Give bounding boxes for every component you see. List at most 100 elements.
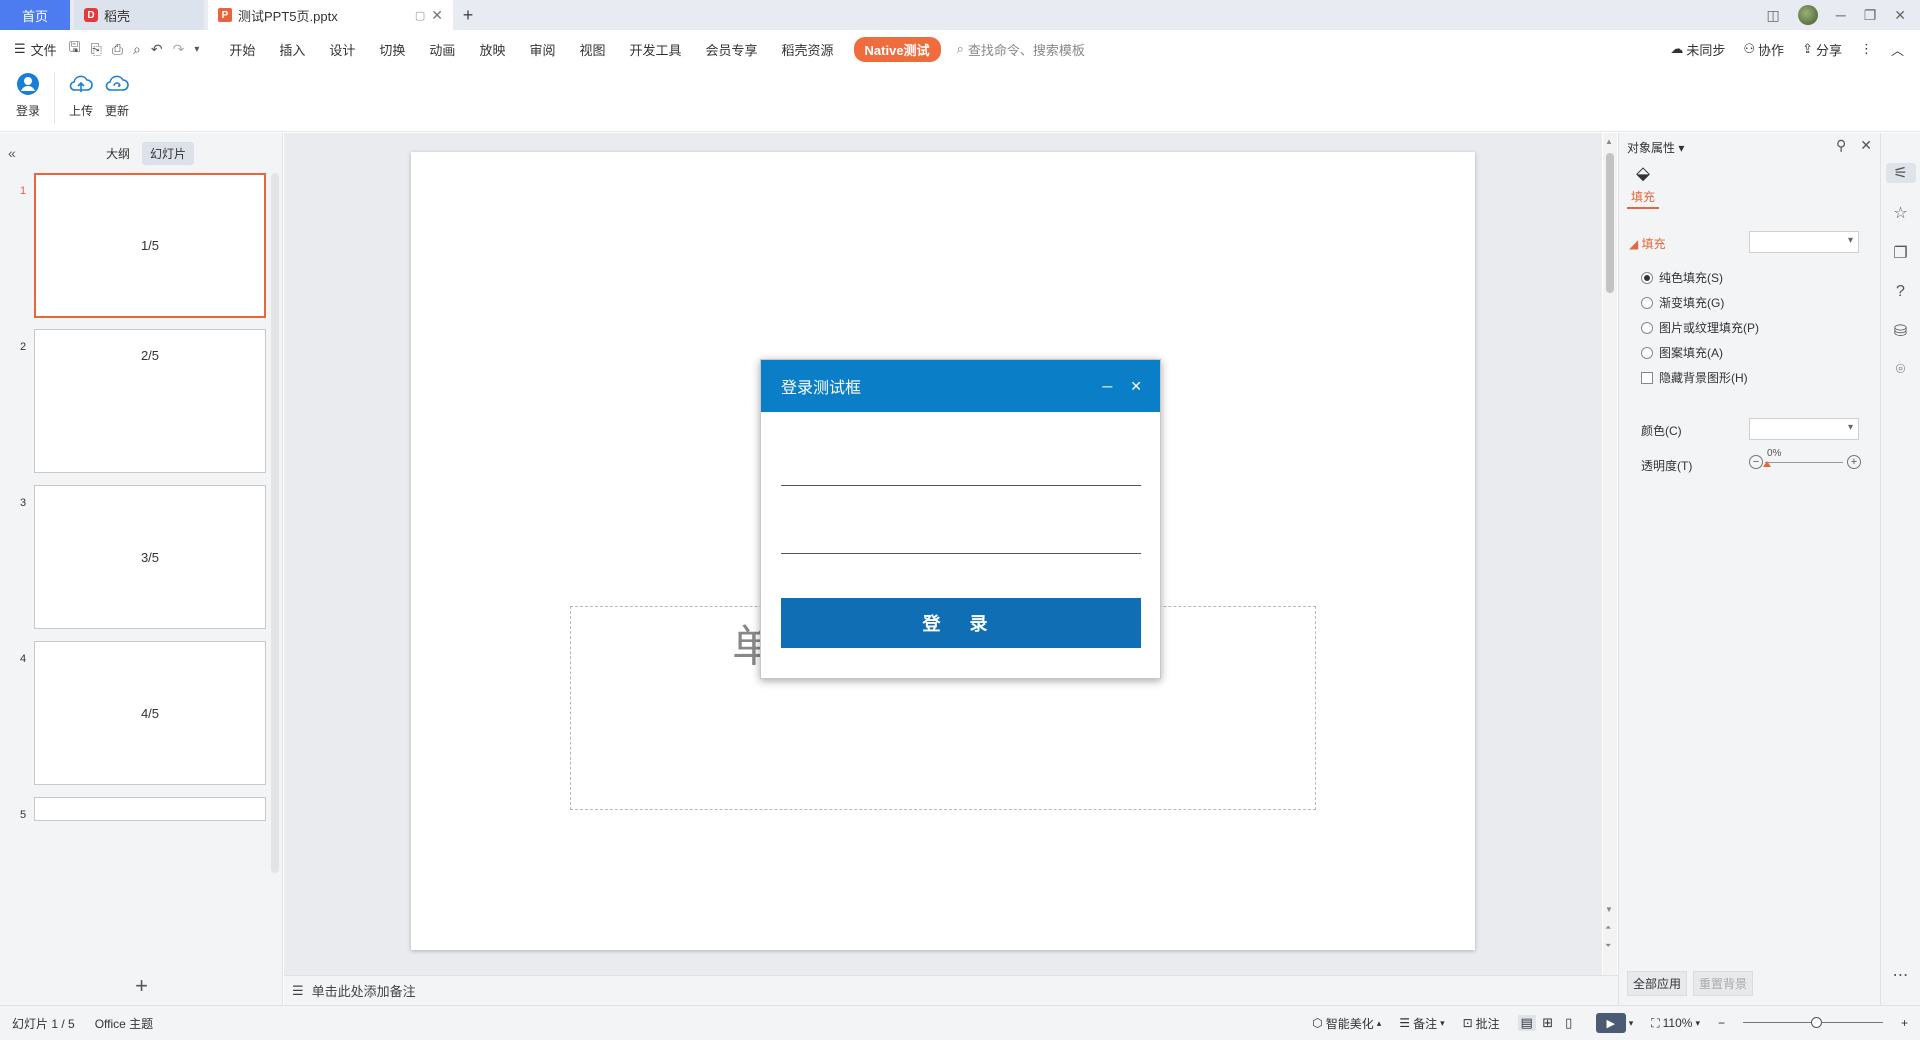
reading-view-icon[interactable]: ▯ [1560,1015,1578,1031]
more-icon[interactable]: ⋮ [1860,41,1873,57]
menu-tab-7[interactable]: 视图 [567,30,617,68]
avatar[interactable] [1797,5,1818,25]
menu-tab-4[interactable]: 动画 [417,30,467,68]
properties-icon[interactable]: ⚟ [1885,163,1916,183]
collab-button[interactable]: ⚇ 协作 [1743,40,1784,59]
notes-bar[interactable]: ☰ 单击此处添加备注 [284,975,1618,1005]
password-field[interactable] [781,522,1141,554]
slide-thumbnail[interactable] [34,797,266,821]
collapse-panel-icon[interactable]: « [8,145,28,161]
slide-thumbnail[interactable]: 4/5 [34,641,266,785]
pin-panel-icon[interactable]: ⚲ [1836,137,1846,154]
login-button[interactable]: 登 录 [781,598,1141,648]
close-panel-icon[interactable]: ✕ [1860,137,1872,154]
canvas-scroll-thumb[interactable] [1606,153,1614,293]
help-icon[interactable]: ? [1896,283,1905,301]
sorter-view-icon[interactable]: ⊞ [1539,1015,1557,1031]
sync-button[interactable]: ☁ 未同步 [1670,40,1725,59]
pin-icon[interactable]: ▢ [415,9,425,22]
apply-all-button[interactable]: 全部应用 [1627,971,1688,996]
color-select[interactable] [1749,418,1859,440]
scroll-down-icon[interactable]: ▼ [1605,905,1613,914]
add-slide-button[interactable]: + [0,973,283,999]
menu-tab-6[interactable]: 审阅 [517,30,567,68]
reset-background-button[interactable]: 重置背景 [1693,971,1754,996]
zoom-in-icon[interactable]: + [1901,1016,1908,1030]
restore-icon[interactable]: ❐ [1864,7,1877,24]
picture-fill-radio[interactable] [1641,321,1653,334]
fit-window-icon[interactable]: ⛶ [1651,1016,1659,1031]
menu-tab-9[interactable]: 会员专享 [694,30,770,68]
fill-preset-select[interactable] [1749,231,1859,253]
minimize-dialog-icon[interactable]: ─ [1102,378,1112,395]
increase-transparency-icon[interactable]: + [1847,455,1861,469]
decrease-transparency-icon[interactable]: − [1749,455,1763,469]
solid-fill-radio[interactable] [1641,271,1653,284]
menu-tab-3[interactable]: 切换 [367,30,417,68]
tab-home[interactable]: 首页 [0,0,70,30]
save-icon[interactable]: 🖫 [69,37,81,61]
gradient-fill-radio[interactable] [1641,296,1653,309]
collapse-ribbon-icon[interactable]: ︿ [1891,40,1904,59]
slide-thumbnail[interactable]: 3/5 [34,485,266,629]
tab-native-test[interactable]: Native测试 [853,36,941,62]
login-dialog-header[interactable]: 登录测试框 ─ ✕ [761,360,1160,412]
menu-tab-2[interactable]: 设计 [317,30,367,68]
play-slideshow-button[interactable]: ▶ [1595,1013,1626,1033]
login-ribbon-button[interactable]: 登录 [10,72,46,131]
normal-view-icon[interactable]: ▤ [1517,1015,1536,1031]
menu-tab-10[interactable]: 稻壳资源 [770,30,846,68]
comments-button[interactable]: ⊡ 批注 [1463,1015,1500,1032]
menu-tab-8[interactable]: 开发工具 [617,30,693,68]
option-gradient-fill[interactable]: 渐变填充(G) [1641,294,1724,311]
scroll-up-icon[interactable]: ▲ [1605,137,1613,146]
tab-outline[interactable]: 大纲 [98,142,138,165]
next-slide-icon[interactable]: ⏷ [1605,941,1611,951]
command-search[interactable]: ⌕ 查找命令、搜索模板 [957,40,1085,59]
tab-document[interactable]: P 测试PPT5页.pptx ▢ ✕ [208,0,453,30]
redo-icon[interactable]: ↷ [173,41,185,58]
username-field[interactable] [781,454,1141,486]
option-picture-fill[interactable]: 图片或纹理填充(P) [1641,319,1759,336]
menu-tab-0[interactable]: 开始 [217,30,267,68]
fill-section-header[interactable]: ◢ 填充 [1629,235,1666,252]
upload-ribbon-button[interactable]: 上传 [63,72,99,131]
export-pdf-icon[interactable]: ⎘ [91,41,102,58]
slide-switch-icon[interactable]: ❐ [1893,243,1907,263]
undo-icon[interactable]: ↶ [151,41,163,58]
customize-chevron-icon[interactable]: ▾ [194,44,199,55]
transparency-knob[interactable] [1763,461,1771,467]
slide-panel-scrollbar[interactable] [271,173,279,873]
slide-thumbnail[interactable]: 2/5 [34,329,266,473]
tab-slides[interactable]: 幻灯片 [142,141,195,165]
print-preview-icon[interactable]: ⌕ [133,41,141,58]
location-icon[interactable]: ⌾ [1896,361,1906,379]
property-panel-title[interactable]: 对象属性 ▾ [1627,139,1684,156]
zoom-control[interactable]: ⛶ 110% ▾ [1651,1016,1700,1031]
option-hide-background[interactable]: 隐藏背景图形(H) [1641,369,1748,386]
zoom-slider[interactable] [1742,1015,1883,1031]
animation-icon[interactable]: ☆ [1893,203,1907,223]
tab-fill[interactable]: ⬙ 填充 [1627,163,1659,209]
transparency-slider[interactable]: − 0% + [1749,448,1861,471]
zoom-knob[interactable] [1810,1017,1822,1028]
minimize-icon[interactable]: ─ [1836,7,1846,23]
menu-tab-5[interactable]: 放映 [467,30,517,68]
file-menu-button[interactable]: ☰ 文件 [14,40,57,59]
print-icon[interactable]: ⎙ [112,41,123,58]
close-dialog-icon[interactable]: ✕ [1130,378,1142,395]
menu-tab-1[interactable]: 插入 [267,30,317,68]
tab-daoke[interactable]: D 稻壳 [74,0,204,30]
zoom-out-icon[interactable]: − [1718,1016,1725,1030]
new-tab-button[interactable]: + [453,0,483,30]
hide-background-checkbox[interactable] [1641,371,1653,384]
slide-thumbnail[interactable]: 1/5 [34,173,266,318]
more-options-icon[interactable]: ⋯ [1893,965,1909,985]
option-solid-fill[interactable]: 纯色填充(S) [1641,269,1723,286]
close-tab-icon[interactable]: ✕ [431,7,443,24]
notes-toggle-button[interactable]: ☰ 备注 ▾ [1399,1015,1444,1032]
pattern-fill-radio[interactable] [1641,346,1653,359]
layout-icon[interactable]: ◫ [1767,7,1780,24]
prev-slide-icon[interactable]: ⏶ [1605,923,1611,933]
close-window-icon[interactable]: ✕ [1894,7,1906,24]
